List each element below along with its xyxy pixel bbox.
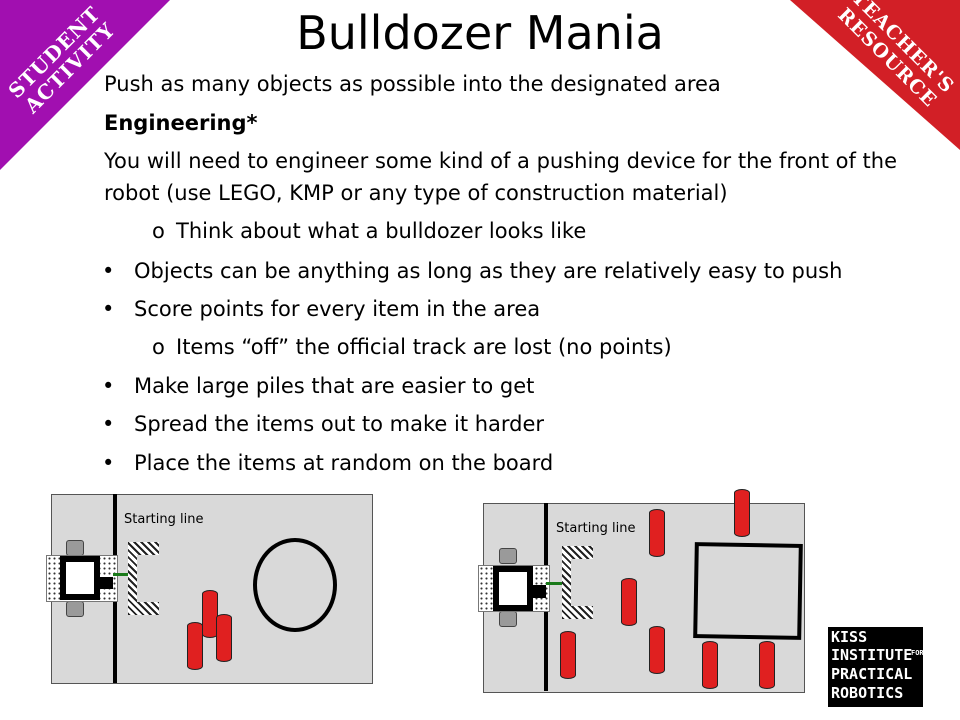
object-cylinder — [649, 509, 665, 557]
pusher-arm-left — [113, 573, 128, 576]
engineering-heading: Engineering* — [104, 111, 258, 135]
pusher-blade-cutout — [571, 559, 593, 606]
logo-line-kiss: KISS — [831, 628, 868, 646]
bullet-objects: Objects can be anything as long as they … — [134, 259, 843, 283]
robot-wheel-icon — [499, 611, 517, 627]
sub-bullet-think: Think about what a bulldozer looks like — [176, 219, 587, 243]
robot-controller-right — [493, 566, 533, 611]
sub-bullet-marker: o — [152, 335, 165, 359]
target-circle-left — [253, 538, 337, 632]
bullet-random: Place the items at random on the board — [134, 451, 554, 475]
robot-wheel-icon — [66, 540, 84, 556]
logo-line-robotics: ROBOTICS — [831, 684, 904, 702]
kipr-logo: KISS INSTITUTE FOR PRACTICAL ROBOTICS — [828, 627, 924, 707]
sub-bullet-off-track: Items “off” the official track are lost … — [176, 335, 672, 359]
bullet-marker: • — [102, 412, 115, 436]
robot-wheel-icon — [499, 548, 517, 564]
logo-line-practical: PRACTICAL — [831, 665, 913, 683]
object-cylinder — [216, 614, 232, 662]
object-cylinder — [702, 641, 718, 689]
bullet-marker: • — [102, 451, 115, 475]
page-title: Bulldozer Mania — [296, 6, 664, 60]
bullet-spread: Spread the items out to make it harder — [134, 412, 545, 436]
bullet-marker: • — [102, 259, 115, 283]
robot-motor-left — [97, 577, 113, 589]
object-cylinder — [621, 578, 637, 626]
bullet-marker: • — [102, 297, 115, 321]
object-cylinder — [759, 641, 775, 689]
object-cylinder — [649, 626, 665, 674]
engineering-text-line-2: robot (use LEGO, KMP or any type of cons… — [104, 181, 728, 205]
engineering-text-line-1: You will need to engineer some kind of a… — [104, 149, 897, 173]
robot-wheel-icon — [66, 601, 84, 617]
starting-line-label-left: Starting line — [124, 512, 204, 527]
bullet-marker: • — [102, 374, 115, 398]
bullet-piles: Make large piles that are easier to get — [134, 374, 535, 398]
robot-motor-right — [530, 585, 546, 598]
logo-line-institute: INSTITUTE — [831, 646, 913, 664]
robot-controller-left — [60, 556, 100, 600]
target-square-right — [693, 542, 803, 640]
logo-line-for: FOR — [911, 649, 924, 657]
pusher-blade-cutout — [137, 555, 159, 602]
bullet-score: Score points for every item in the area — [134, 297, 541, 321]
subtitle: Push as many objects as possible into th… — [104, 72, 721, 96]
sub-bullet-marker: o — [152, 219, 165, 243]
starting-line-label-right: Starting line — [556, 521, 636, 536]
pusher-arm-right — [546, 582, 562, 585]
object-cylinder — [560, 631, 576, 679]
object-cylinder — [187, 622, 203, 670]
object-cylinder — [734, 489, 750, 537]
